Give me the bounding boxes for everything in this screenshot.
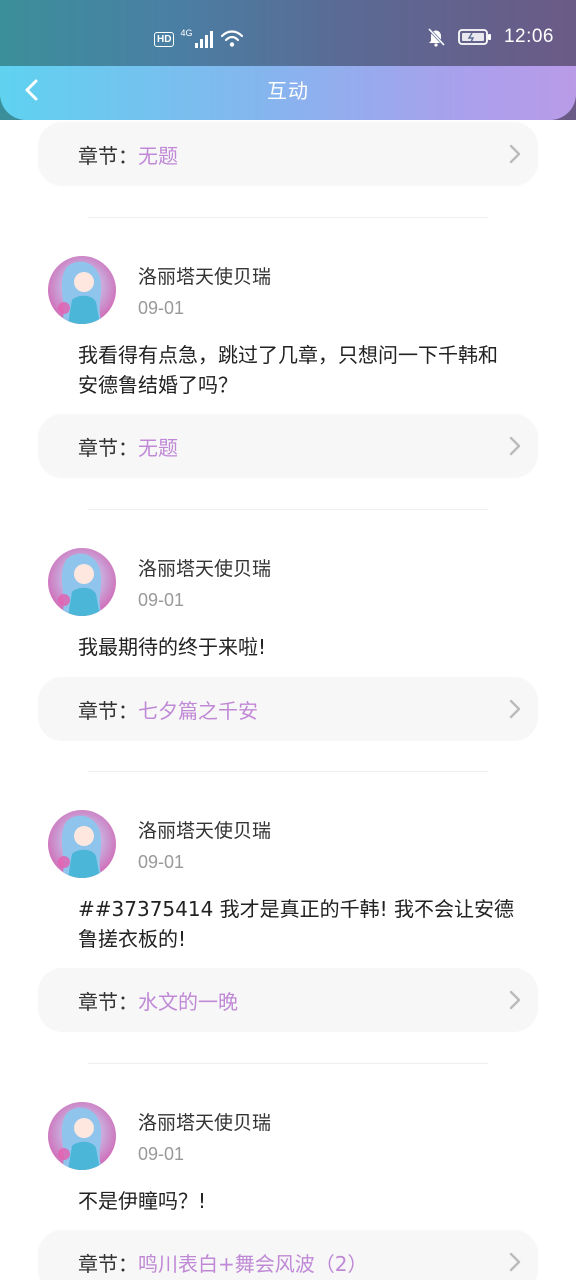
signal-icon: [195, 31, 214, 48]
clock: 12:06: [503, 26, 554, 47]
hd-badge: HD: [154, 31, 175, 47]
comment-text: 我最期待的终于来啦!: [78, 632, 548, 662]
comment-date: 09-01: [138, 852, 185, 872]
chapter-label: 章节：无题: [78, 143, 178, 168]
chevron-right-icon: [509, 990, 521, 1010]
comment-text: 我看得有点急，跳过了几章，只想问一下千韩和 安德鲁结婚了吗？: [78, 340, 548, 400]
comment-text: 不是伊瞳吗？!: [78, 1186, 548, 1216]
chapter-title: 无题: [138, 143, 178, 168]
divider: [88, 771, 488, 772]
chapter-title: 无题: [138, 435, 178, 460]
comment-line: 我最期待的终于来啦!: [78, 635, 267, 659]
avatar[interactable]: [48, 548, 116, 616]
app-header: HD 4G 12:06 互动: [0, 0, 576, 120]
page-title: 互动: [267, 79, 309, 103]
status-left: HD 4G: [154, 28, 244, 48]
battery-icon: [458, 29, 491, 45]
status-bar: HD 4G 12:06: [0, 0, 576, 66]
chevron-right-icon: [509, 436, 521, 456]
divider: [88, 1063, 488, 1064]
username: 洛丽塔天使贝瑞: [138, 558, 272, 580]
comment-line: 安德鲁结婚了吗？: [78, 373, 238, 397]
bell-off-icon: [427, 27, 446, 47]
chapter-link[interactable]: 章节：七夕篇之千安: [38, 677, 538, 741]
status-right: 12:06: [426, 26, 554, 48]
chapter-title: 水文的一晚: [138, 989, 238, 1014]
chapter-link[interactable]: 章节：鸣川表白+舞会风波（2）: [38, 1230, 538, 1280]
comment-line: 不是伊瞳吗？!: [78, 1189, 207, 1213]
nav-bar: 互动: [0, 66, 576, 120]
network-label: 4G: [180, 28, 193, 38]
comment-text: ##37375414 我才是真正的千韩! 我不会让安德 鲁搓衣板的!: [78, 894, 548, 954]
comment-date: 09-01: [138, 590, 185, 610]
chapter-label: 章节：七夕篇之千安: [78, 698, 258, 723]
chapter-link[interactable]: 章节：水文的一晚: [38, 968, 538, 1032]
chapter-label: 章节：鸣川表白+舞会风波（2）: [78, 1251, 368, 1276]
chapter-label: 章节：水文的一晚: [78, 989, 238, 1014]
interaction-page: 章节：无题 洛丽塔天使贝瑞 09-01 我看得有点急，跳过了几章，只想问一下千韩…: [0, 0, 576, 1280]
chapter-link[interactable]: 章节：无题: [38, 122, 538, 186]
username: 洛丽塔天使贝瑞: [138, 266, 272, 288]
divider: [88, 217, 488, 218]
comment-line: 我看得有点急，跳过了几章，只想问一下千韩和: [78, 343, 498, 367]
comment-date: 09-01: [138, 298, 185, 318]
chapter-label: 章节：无题: [78, 435, 178, 460]
chevron-right-icon: [509, 144, 521, 164]
username: 洛丽塔天使贝瑞: [138, 820, 272, 842]
wifi-icon: [221, 30, 244, 47]
avatar[interactable]: [48, 1102, 116, 1170]
avatar[interactable]: [48, 256, 116, 324]
chapter-title: 七夕篇之千安: [138, 698, 258, 723]
chapter-title: 鸣川表白+舞会风波（2）: [138, 1251, 368, 1276]
chevron-right-icon: [509, 1252, 521, 1272]
chapter-link[interactable]: 章节：无题: [38, 414, 538, 478]
chevron-right-icon: [509, 699, 521, 719]
divider: [88, 509, 488, 510]
comment-line: 鲁搓衣板的!: [78, 927, 187, 951]
avatar[interactable]: [48, 810, 116, 878]
comment-date: 09-01: [138, 1144, 185, 1164]
username: 洛丽塔天使贝瑞: [138, 1112, 272, 1134]
comment-line: ##37375414 我才是真正的千韩! 我不会让安德: [78, 897, 515, 921]
